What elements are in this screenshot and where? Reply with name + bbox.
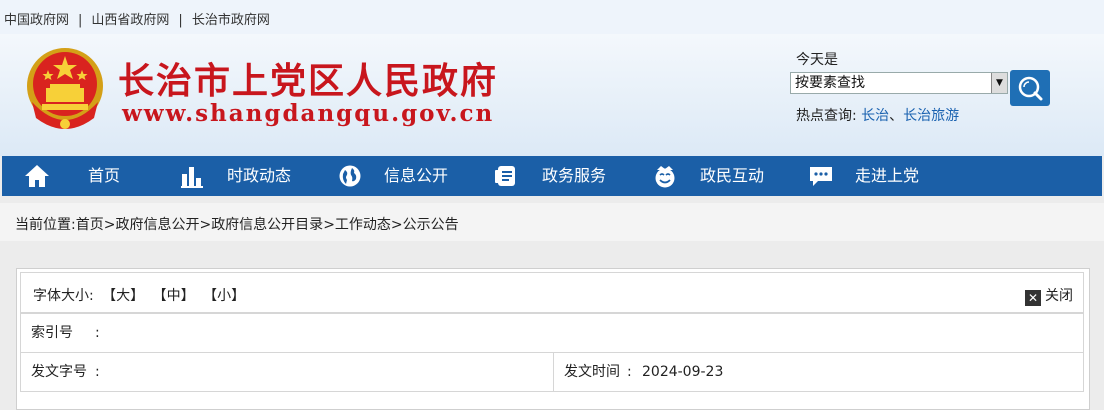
- meta-row-doc: 发文字号 : 发文时间 : 2024-09-23: [20, 352, 1084, 392]
- hot-link-changzhi[interactable]: 长治: [861, 108, 889, 124]
- site-url: www.shangdangqu.gov.cn: [122, 100, 495, 127]
- issue-time-label: 发文时间: [564, 364, 620, 380]
- issue-time-colon: :: [627, 364, 632, 380]
- search-icon: [1018, 76, 1043, 101]
- breadcrumb-sep: >: [323, 217, 335, 233]
- nav-item-gov-services[interactable]: 政务服务: [476, 156, 626, 196]
- breadcrumb-item[interactable]: 首页: [76, 217, 104, 233]
- link-changzhi-gov[interactable]: 长治市政府网: [192, 13, 270, 28]
- document-icon: [495, 166, 515, 186]
- hot-link-sep: 、: [889, 108, 904, 124]
- breadcrumb-item[interactable]: 政府信息公开: [115, 217, 199, 233]
- font-size-toolbar: 字体大小: 【大】 【中】 【小】 ✕ 关闭: [20, 272, 1084, 313]
- search-select-value: 按要素查找: [795, 75, 865, 91]
- nav-label-interaction: 政民互动: [700, 166, 765, 185]
- hot-link-changzhi-tourism[interactable]: 长治旅游: [903, 108, 959, 124]
- font-size-control: 字体大小: 【大】 【中】 【小】: [33, 285, 245, 305]
- nav-label-gov-services: 政务服务: [542, 166, 607, 185]
- index-label: 索引号: [31, 325, 73, 341]
- close-button[interactable]: ✕ 关闭: [1025, 285, 1073, 306]
- nav-item-about[interactable]: 走进上党: [792, 156, 942, 196]
- site-title: 长治市上党区人民政府: [118, 60, 499, 102]
- breadcrumb-sep: >: [103, 217, 116, 233]
- dropdown-arrow-icon[interactable]: ▼: [991, 73, 1007, 93]
- font-size-label: 字体大小:: [33, 288, 94, 304]
- issue-time-value: 2024-09-23: [642, 364, 724, 380]
- font-small-button[interactable]: 【小】: [203, 288, 245, 304]
- site-header: 长治市上党区人民政府 www.shangdangqu.gov.cn 今天是 按要…: [0, 34, 1104, 156]
- breadcrumb-label: 当前位置:: [15, 217, 76, 233]
- nav-item-home[interactable]: 首页: [2, 156, 152, 196]
- font-large-button[interactable]: 【大】: [102, 288, 144, 304]
- nav-label-news: 时政动态: [227, 166, 292, 185]
- doc-number-label: 发文字号: [31, 364, 87, 380]
- close-label: 关闭: [1045, 288, 1073, 304]
- nav-label-about: 走进上党: [855, 166, 920, 185]
- smile-icon: [655, 166, 675, 188]
- home-icon: [25, 165, 49, 187]
- top-link-bar: 中国政府网 | 山西省政府网 | 长治市政府网: [0, 0, 1104, 34]
- chat-icon: [810, 167, 832, 186]
- index-colon: :: [95, 325, 100, 341]
- globe-icon: [339, 165, 361, 187]
- cell-divider: [553, 353, 554, 391]
- link-shanxi-gov[interactable]: 山西省政府网: [91, 13, 169, 28]
- breadcrumb-sep: >: [390, 217, 403, 233]
- nav-item-info-disclosure[interactable]: 信息公开: [318, 156, 468, 196]
- breadcrumb-item[interactable]: 公示公告: [403, 217, 459, 233]
- article-panel: 字体大小: 【大】 【中】 【小】 ✕ 关闭 索引号 : 发文字号 : 发文时间 …: [16, 268, 1090, 410]
- main-nav: 首页 时政动态 信息公开 政务服务 政民互动 走进上党: [2, 156, 1102, 196]
- nav-item-news[interactable]: 时政动态: [162, 156, 312, 196]
- search-type-select[interactable]: 按要素查找 ▼: [790, 72, 1008, 94]
- top-link-separator: |: [178, 13, 183, 28]
- nav-label-home: 首页: [88, 166, 121, 185]
- link-china-gov[interactable]: 中国政府网: [4, 13, 69, 28]
- nav-label-info-disclosure: 信息公开: [384, 166, 449, 185]
- breadcrumb-item[interactable]: 政府信息公开目录: [211, 217, 323, 233]
- top-links: 中国政府网 | 山西省政府网 | 长治市政府网: [4, 9, 270, 28]
- breadcrumb: 当前位置:首页>政府信息公开>政府信息公开目录>工作动态>公示公告: [15, 214, 459, 234]
- breadcrumb-sep: >: [199, 217, 212, 233]
- nav-item-interaction[interactable]: 政民互动: [634, 156, 784, 196]
- national-emblem-icon: [27, 48, 103, 129]
- hot-search: 热点查询: 长治、长治旅游: [796, 105, 959, 125]
- close-icon: ✕: [1025, 290, 1041, 306]
- chart-icon: [181, 167, 203, 188]
- font-medium-button[interactable]: 【中】: [153, 288, 195, 304]
- breadcrumb-item[interactable]: 工作动态: [335, 217, 391, 233]
- today-label: 今天是: [796, 52, 838, 68]
- doc-number-colon: :: [95, 364, 100, 380]
- hot-search-label: 热点查询:: [796, 108, 857, 124]
- search-button[interactable]: [1010, 70, 1050, 106]
- top-link-separator: |: [78, 13, 83, 28]
- breadcrumb-bar: 当前位置:首页>政府信息公开>政府信息公开目录>工作动态>公示公告: [0, 203, 1104, 241]
- meta-row-index: 索引号 :: [20, 313, 1084, 353]
